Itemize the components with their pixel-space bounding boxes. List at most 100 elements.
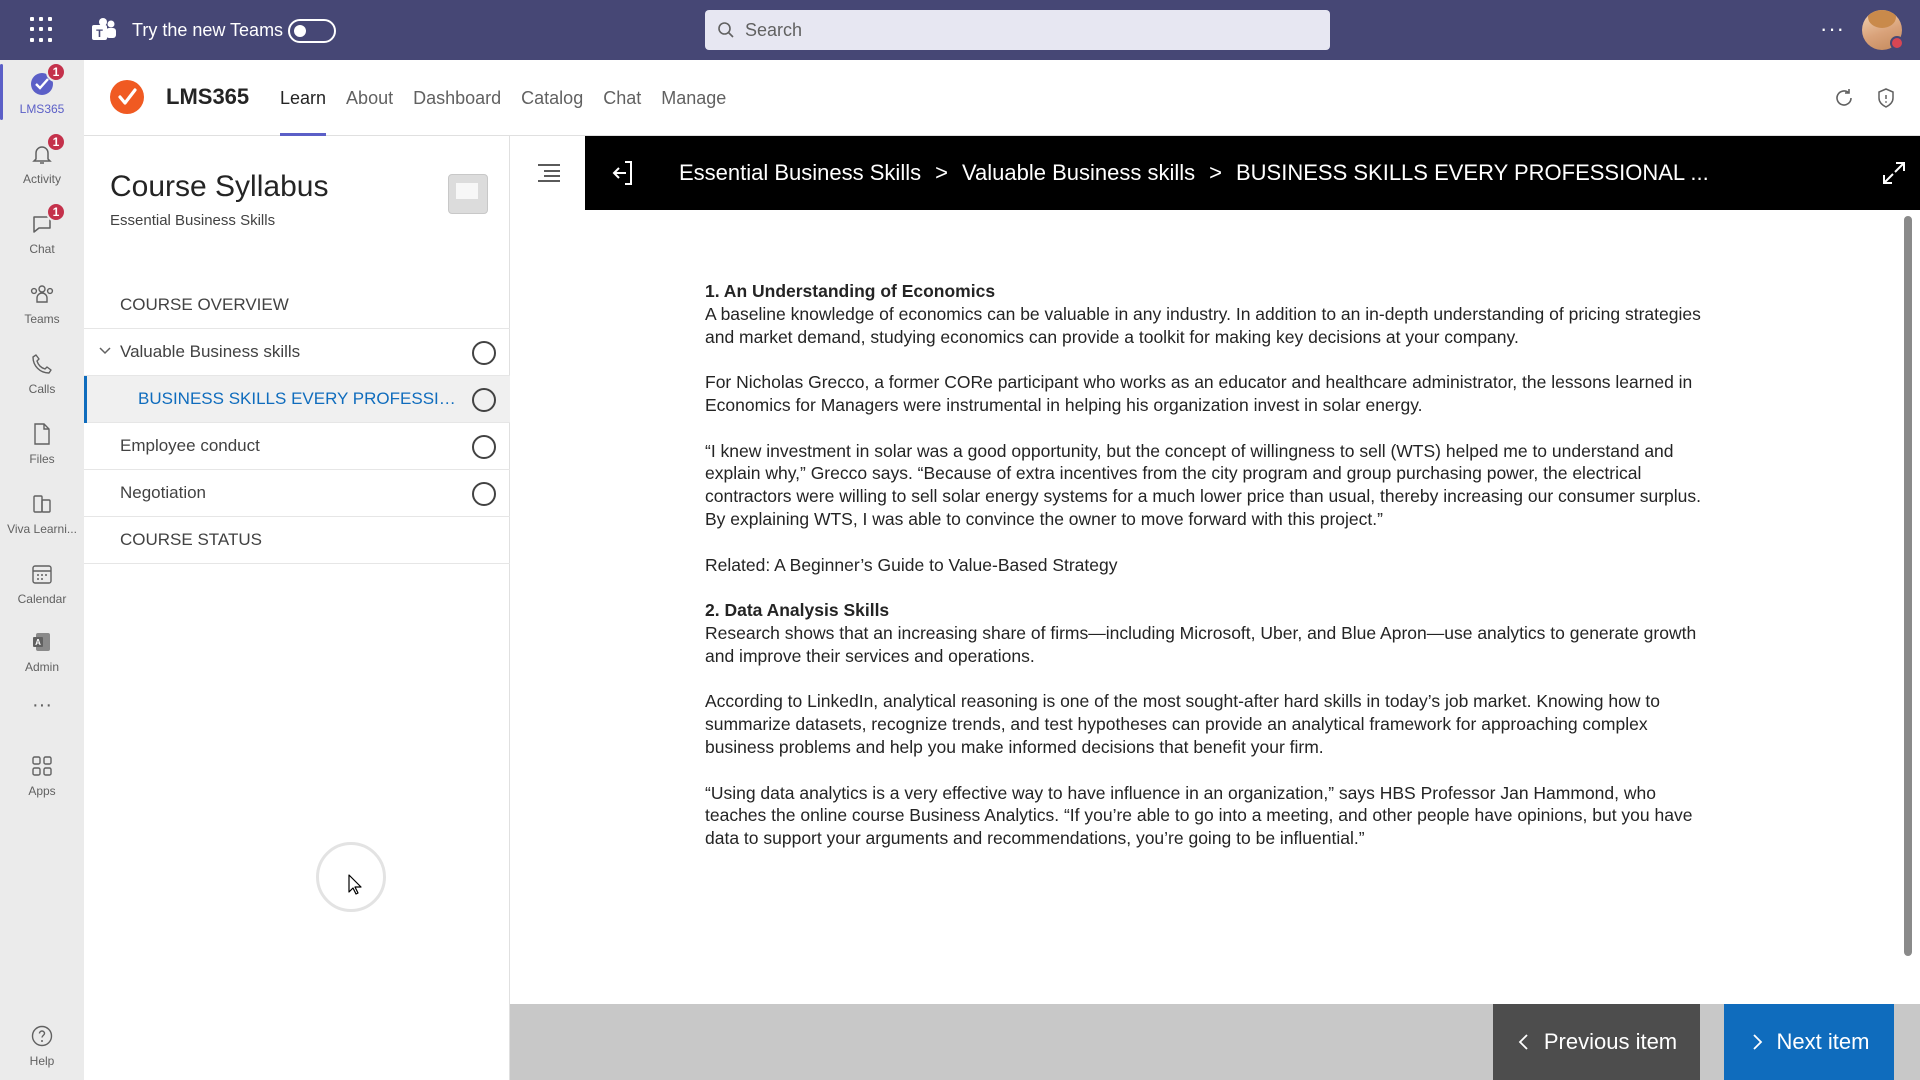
exit-course-icon[interactable] — [611, 160, 637, 186]
navigation-footer: Previous item Next item — [510, 1004, 1920, 1080]
content-scrollbar[interactable] — [1904, 216, 1912, 956]
article-heading: 2. Data Analysis Skills — [705, 600, 890, 621]
svg-text:T: T — [96, 28, 103, 40]
app-name: LMS365 — [166, 84, 250, 109]
syllabus-item-employee-conduct[interactable]: Employee conduct — [84, 423, 510, 470]
calendar-icon — [28, 560, 56, 588]
file-icon — [28, 420, 56, 448]
completion-status-icon — [472, 341, 496, 365]
lms365-logo-icon — [110, 80, 144, 114]
mouse-cursor-icon — [348, 874, 362, 895]
presence-busy-icon — [1890, 36, 1904, 50]
syllabus-item-label: Employee conduct — [120, 436, 260, 455]
tab-learn[interactable]: Learn — [270, 60, 336, 136]
rail-label: Files — [29, 452, 55, 466]
rail-item-files[interactable]: Files — [0, 410, 84, 476]
search-box[interactable] — [705, 10, 1330, 50]
rail-item-teams[interactable]: Teams — [0, 270, 84, 336]
rail-item-calls[interactable]: Calls — [0, 340, 84, 406]
rail-label: Calls — [28, 382, 56, 396]
rail-item-viva-learning[interactable]: Viva Learni... — [0, 480, 84, 546]
syllabus-course-status[interactable]: COURSE STATUS — [84, 517, 510, 564]
previous-item-label: Previous item — [1543, 1029, 1678, 1054]
breadcrumb-module[interactable]: Valuable Business skills — [962, 160, 1195, 186]
rail-label: LMS365 — [19, 102, 65, 116]
breadcrumb: Essential Business Skills > Valuable Bus… — [679, 160, 1709, 186]
syllabus-item-label: Negotiation — [120, 483, 207, 502]
bell-icon: 1 — [28, 132, 66, 168]
completion-status-icon — [472, 435, 496, 459]
more-icon: ··· — [32, 693, 52, 716]
article-related-link[interactable]: Related: A Beginner’s Guide to Value-Bas… — [705, 554, 1705, 577]
rail-more-button[interactable]: ··· — [0, 680, 84, 730]
shield-icon[interactable] — [1874, 86, 1898, 110]
previous-item-button[interactable]: Previous item — [1493, 1004, 1700, 1080]
syllabus-module-valuable-business-skills[interactable]: Valuable Business skills — [84, 329, 510, 376]
breadcrumb-separator: > — [1209, 160, 1222, 185]
teams-icon — [28, 280, 56, 308]
teams-logo-icon: T — [92, 18, 116, 40]
table-of-contents-icon[interactable] — [536, 162, 562, 184]
rail-label: Calendar — [17, 592, 67, 606]
svg-text:A: A — [35, 638, 41, 647]
rail-item-help[interactable]: Help — [0, 1012, 84, 1078]
syllabus-item-business-skills[interactable]: BUSINESS SKILLS EVERY PROFESSIONAL ... — [84, 376, 510, 423]
article-paragraph: “I knew investment in solar was a good o… — [705, 440, 1701, 529]
notification-badge: 1 — [46, 132, 66, 152]
syllabus-item-label: Valuable Business skills — [120, 342, 301, 361]
syllabus-item-negotiation[interactable]: Negotiation — [84, 470, 510, 517]
tab-chat[interactable]: Chat — [593, 60, 651, 136]
rail-item-lms365[interactable]: 1 LMS365 — [0, 60, 84, 126]
content-area: Essential Business Skills > Valuable Bus… — [510, 136, 1920, 1080]
tab-about[interactable]: About — [336, 60, 403, 136]
rail-label: Chat — [29, 242, 55, 256]
app-rail: 1 LMS365 1 Activity 1 Chat Teams Calls F… — [0, 60, 84, 1080]
article-paragraph: For Nicholas Grecco, a former CORe parti… — [705, 372, 1693, 415]
chevron-down-icon[interactable] — [98, 344, 112, 358]
rail-item-chat[interactable]: 1 Chat — [0, 200, 84, 266]
syllabus-title: Course Syllabus — [110, 170, 329, 203]
breadcrumb-current: BUSINESS SKILLS EVERY PROFESSIONAL ... — [1235, 160, 1709, 185]
refresh-icon[interactable] — [1832, 86, 1856, 110]
breadcrumb-course[interactable]: Essential Business Skills — [679, 160, 921, 186]
help-icon — [28, 1022, 56, 1050]
chevron-right-icon — [1752, 1034, 1762, 1050]
app-launcher-icon[interactable] — [30, 17, 56, 43]
article-paragraph: “Using data analytics is a very effectiv… — [705, 782, 1693, 849]
fullscreen-icon[interactable] — [1881, 160, 1907, 186]
rail-item-calendar[interactable]: Calendar — [0, 550, 84, 616]
next-item-button[interactable]: Next item — [1724, 1004, 1894, 1080]
course-syllabus-panel: Course Syllabus Essential Business Skill… — [84, 136, 510, 1080]
rail-label: Admin — [24, 660, 59, 674]
try-new-teams-toggle[interactable] — [288, 19, 336, 43]
syllabus-item-label: COURSE OVERVIEW — [120, 295, 289, 314]
rail-label: Teams — [24, 312, 60, 326]
tab-catalog[interactable]: Catalog — [511, 60, 593, 136]
app-tabs: Learn About Dashboard Catalog Chat Manag… — [270, 60, 736, 136]
more-options-icon[interactable]: ··· — [1820, 16, 1845, 42]
chevron-left-icon — [1518, 1034, 1528, 1050]
teams-top-bar: T Try the new Teams ··· — [0, 0, 1920, 60]
rail-item-admin[interactable]: A Admin — [0, 618, 84, 684]
rail-item-apps[interactable]: Apps — [0, 742, 84, 808]
tab-manage[interactable]: Manage — [651, 60, 736, 136]
completion-status-icon — [472, 388, 496, 412]
article-body: 1. An Understanding of Economics A basel… — [705, 280, 1705, 873]
tab-dashboard[interactable]: Dashboard — [403, 60, 511, 136]
breadcrumb-separator: > — [935, 160, 948, 185]
rail-item-activity[interactable]: 1 Activity — [0, 130, 84, 196]
chat-icon: 1 — [28, 202, 66, 238]
article-paragraph: Research shows that an increasing share … — [705, 622, 1697, 666]
apps-icon — [28, 752, 56, 780]
course-thumbnail — [448, 174, 488, 214]
syllabus-course-overview[interactable]: COURSE OVERVIEW — [84, 282, 510, 329]
lms365-check-icon: 1 — [28, 62, 66, 98]
rail-label: Viva Learni... — [7, 522, 77, 536]
article-heading: 1. An Understanding of Economics — [705, 281, 996, 301]
syllabus-subtitle: Essential Business Skills — [110, 212, 276, 229]
article-paragraph: A baseline knowledge of economics can be… — [705, 303, 1701, 347]
try-new-teams-label: Try the new Teams — [132, 20, 284, 40]
search-icon — [718, 22, 734, 38]
breadcrumb-bar: Essential Business Skills > Valuable Bus… — [585, 136, 1920, 210]
search-input[interactable] — [745, 19, 1305, 41]
